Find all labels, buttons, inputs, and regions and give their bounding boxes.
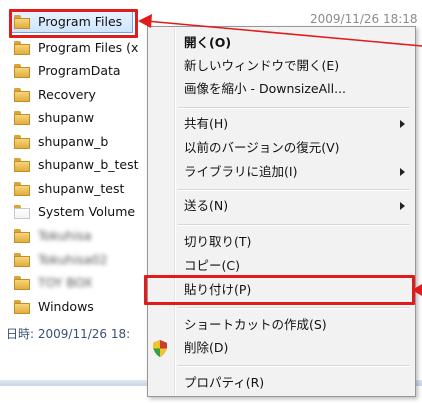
context-menu: 開く(O) 新しいウィンドウで開く(E) 画像を縮小 - DownsizeAll… <box>147 26 416 397</box>
menu-separator <box>178 307 410 309</box>
annotation-highlight-program-files <box>9 9 138 38</box>
modified-date-header: 2009/11/26 18:18 <box>310 12 418 26</box>
file-row-shupanw-test[interactable]: shupanw_test <box>14 177 124 200</box>
folder-icon <box>14 134 30 149</box>
file-row-shupanw-b[interactable]: shupanw_b <box>14 130 108 153</box>
menu-item-restore-previous[interactable]: 以前のバージョンの復元(V) <box>184 138 340 158</box>
menu-item-share[interactable]: 共有(H) <box>184 114 228 134</box>
file-row-blurred-3[interactable]: TOY BOX <box>14 271 92 294</box>
file-row-recovery[interactable]: Recovery <box>14 83 96 106</box>
file-row-program-files-x86[interactable]: Program Files (x <box>14 36 138 59</box>
chevron-right-icon <box>400 202 405 210</box>
file-row-shupanw-b-test[interactable]: shupanw_b_test <box>14 153 139 176</box>
folder-icon <box>14 299 30 314</box>
menu-separator <box>178 224 410 226</box>
file-row-blurred-2[interactable]: Tokuhisa02 <box>14 248 107 271</box>
explorer-window: 2009/11/26 18:18 Program Files Program F… <box>0 0 422 403</box>
folder-icon <box>14 110 30 125</box>
file-row-blurred-1[interactable]: Tokuhisa <box>14 224 92 247</box>
file-name: shupanw_b_test <box>38 157 139 172</box>
folder-icon <box>14 181 30 196</box>
menu-item-downsize[interactable]: 画像を縮小 - DownsizeAll... <box>184 79 346 99</box>
annotation-highlight-paste <box>144 275 415 305</box>
folder-icon <box>14 40 30 55</box>
chevron-right-icon <box>400 120 405 128</box>
menu-separator <box>178 189 410 191</box>
menu-item-send-to[interactable]: 送る(N) <box>184 196 228 216</box>
menu-item-delete[interactable]: 削除(D) <box>184 338 228 358</box>
folder-icon <box>14 228 30 243</box>
folder-icon <box>14 204 30 219</box>
menu-item-cut[interactable]: 切り取り(T) <box>184 232 251 252</box>
file-name: shupanw <box>38 110 95 125</box>
file-name: shupanw_b <box>38 134 109 149</box>
file-name: Recovery <box>38 87 96 102</box>
menu-separator <box>178 107 410 109</box>
menu-separator <box>178 365 410 367</box>
file-name: TOY BOX <box>38 275 93 290</box>
chevron-right-icon <box>400 168 405 176</box>
file-name: Program Files (x <box>38 40 139 55</box>
file-row-programdata[interactable]: ProgramData <box>14 59 121 82</box>
file-name: ProgramData <box>38 63 121 78</box>
file-name: shupanw_test <box>38 181 125 196</box>
folder-icon <box>14 252 30 267</box>
folder-icon <box>14 275 30 290</box>
menu-gutter <box>174 27 176 396</box>
file-name: Tokuhisa <box>38 228 92 243</box>
folder-icon <box>14 63 30 78</box>
folder-icon <box>14 157 30 172</box>
menu-item-open-new-window[interactable]: 新しいウィンドウで開く(E) <box>184 56 339 76</box>
menu-item-create-shortcut[interactable]: ショートカットの作成(S) <box>184 315 327 335</box>
file-row-windows[interactable]: Windows <box>14 295 94 318</box>
menu-item-open[interactable]: 開く(O) <box>184 33 231 53</box>
menu-item-add-to-library[interactable]: ライブラリに追加(I) <box>184 162 297 182</box>
file-name: Tokuhisa02 <box>38 252 108 267</box>
folder-icon <box>14 87 30 102</box>
file-name: Windows <box>38 299 94 314</box>
menu-item-properties[interactable]: プロパティ(R) <box>184 373 264 393</box>
menu-item-copy[interactable]: コピー(C) <box>184 256 240 276</box>
file-name: System Volume <box>38 204 136 219</box>
status-details: 日時: 2009/11/26 18: <box>6 327 131 341</box>
file-row-shupanw[interactable]: shupanw <box>14 106 94 129</box>
file-row-system-volume[interactable]: System Volume <box>14 200 135 223</box>
shield-icon <box>153 340 167 357</box>
